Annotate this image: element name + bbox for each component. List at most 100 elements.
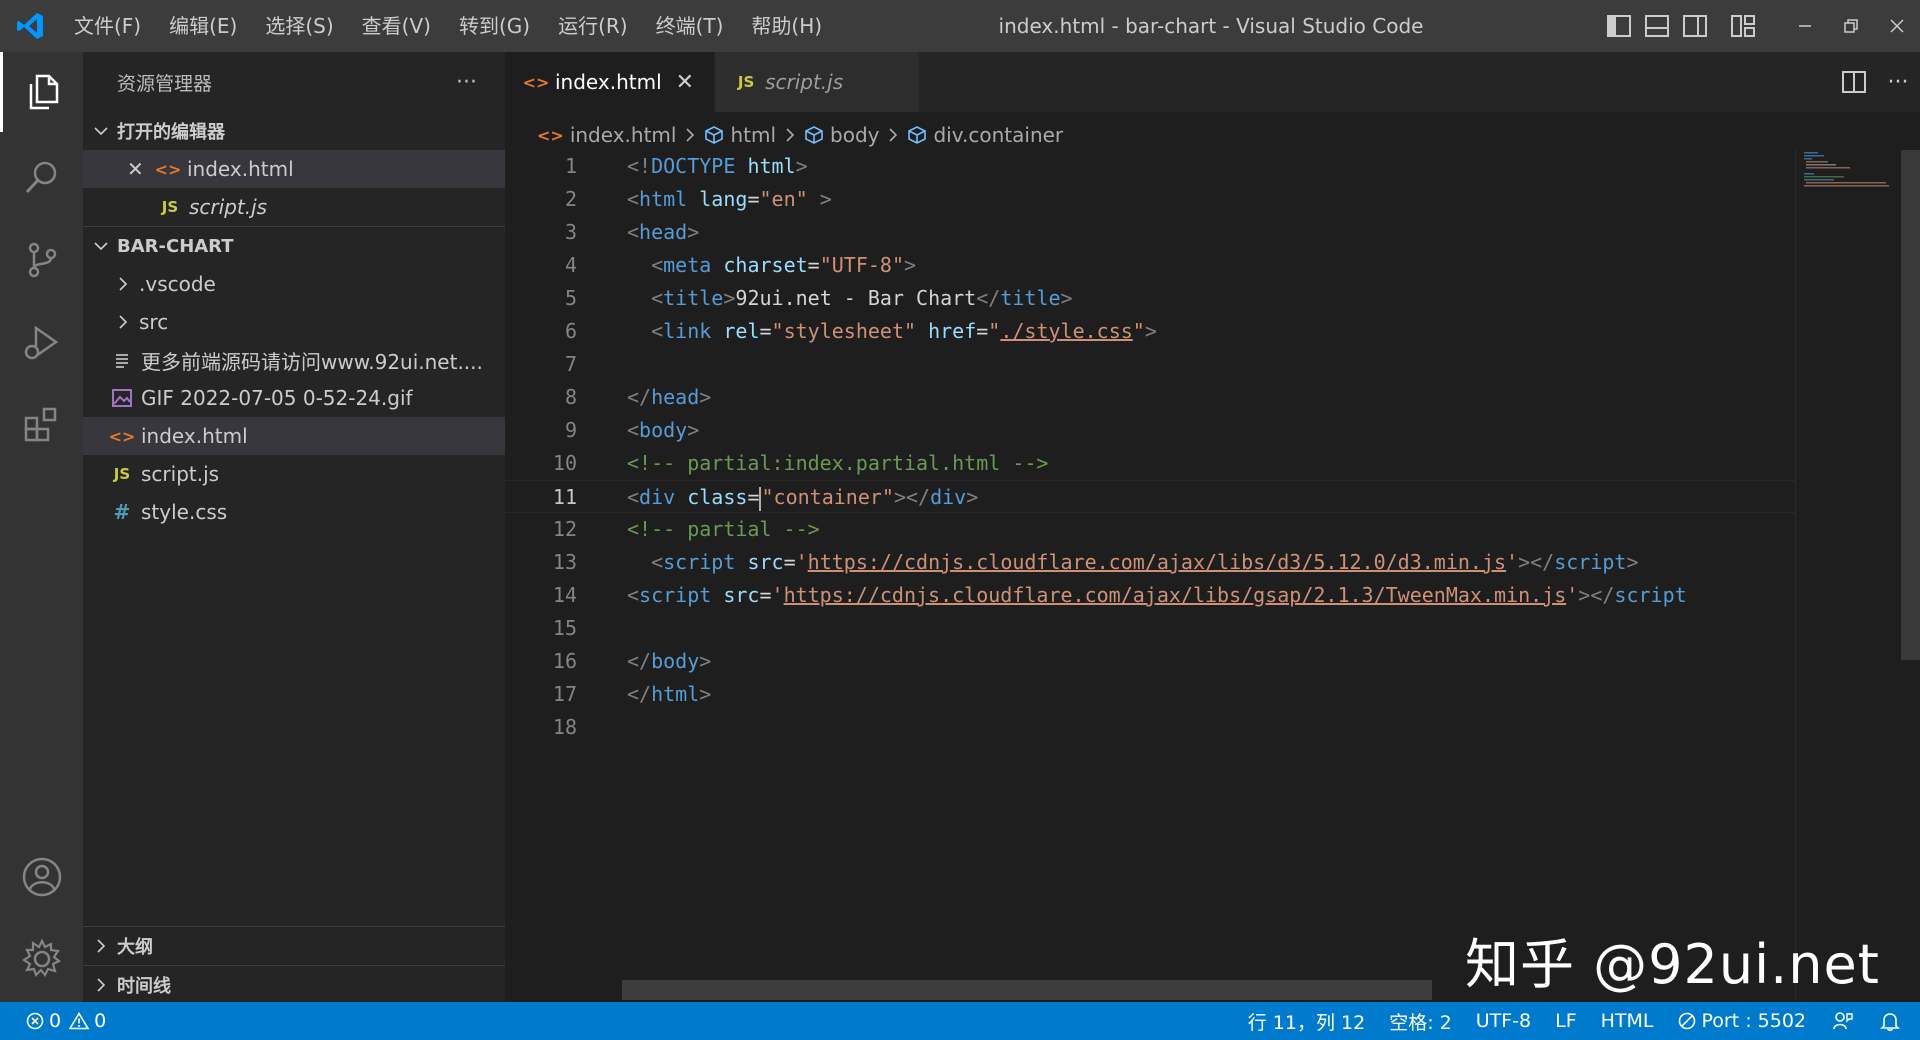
vertical-scrollbar-thumb[interactable] xyxy=(1901,150,1920,660)
html-file-icon: <> xyxy=(522,72,550,92)
chevron-right-icon xyxy=(89,977,113,993)
warning-icon xyxy=(69,1012,90,1030)
tree-item-folder[interactable]: .vscode xyxy=(83,265,505,303)
code-line: 3 <head> xyxy=(505,216,1795,249)
more-actions-icon[interactable]: ··· xyxy=(1876,52,1920,112)
code-link[interactable]: https://cdnjs.cloudflare.com/ajax/libs/g… xyxy=(784,583,1567,607)
tree-item-file[interactable]: <> index.html xyxy=(83,417,505,455)
cursor-position[interactable]: 行 11，列 12 xyxy=(1236,1008,1377,1035)
tab-label: index.html xyxy=(555,70,662,94)
tab-script-js[interactable]: JS script.js xyxy=(715,52,921,112)
breadcrumb: <> index.html html body div.container xyxy=(505,120,1920,150)
eol-status[interactable]: LF xyxy=(1543,1010,1589,1032)
accounts-icon[interactable] xyxy=(0,837,83,917)
live-server-port[interactable]: Port : 5502 xyxy=(1666,1010,1819,1032)
explorer-sidebar: 资源管理器 ··· 打开的编辑器 ✕ <> index.html JS scri… xyxy=(83,52,505,1002)
minimize-button[interactable] xyxy=(1782,0,1828,52)
menu-file[interactable]: 文件(F) xyxy=(60,0,155,52)
horizontal-scrollbar-thumb[interactable] xyxy=(622,980,1432,1000)
code-line: 1 <!DOCTYPE html> xyxy=(505,150,1795,183)
code-link[interactable]: ./style.css xyxy=(1000,319,1132,343)
tree-item-label: index.html xyxy=(141,424,248,448)
toggle-secondary-sidebar-icon[interactable] xyxy=(1676,0,1714,52)
menu-go[interactable]: 转到(G) xyxy=(445,0,544,52)
js-file-icon: JS xyxy=(737,73,755,91)
html-file-icon: <> xyxy=(537,125,564,145)
minimap[interactable] xyxy=(1795,150,1899,1000)
code-text: <head> xyxy=(627,220,700,244)
cube-symbol-icon xyxy=(804,125,824,145)
run-and-debug-icon[interactable] xyxy=(0,302,83,382)
split-editor-icon[interactable] xyxy=(1832,52,1876,112)
explorer-more-actions-button[interactable]: ··· xyxy=(456,70,477,95)
breadcrumb-item[interactable]: div.container xyxy=(907,123,1063,147)
line-number: 15 xyxy=(552,616,577,640)
settings-gear-icon[interactable] xyxy=(0,919,83,999)
code-text: <link rel="stylesheet" href="./style.css… xyxy=(651,319,1157,343)
open-editor-item[interactable]: ✕ <> index.html xyxy=(83,150,505,188)
close-window-button[interactable] xyxy=(1874,0,1920,52)
error-count: 0 xyxy=(49,1010,62,1032)
timeline-section-header[interactable]: 时间线 xyxy=(83,966,505,1004)
breadcrumb-item[interactable]: <> index.html xyxy=(537,123,676,147)
breadcrumb-item[interactable]: body xyxy=(804,123,879,147)
cube-symbol-icon xyxy=(907,125,927,145)
language-mode[interactable]: HTML xyxy=(1589,1010,1666,1032)
code-editor[interactable]: 1 <!DOCTYPE html> 2 <html lang="en" > 3 … xyxy=(505,150,1795,950)
cube-symbol-icon xyxy=(704,125,724,145)
tree-item-label: GIF 2022-07-05 0-52-24.gif xyxy=(141,386,413,410)
extensions-icon[interactable] xyxy=(0,384,83,464)
code-line: 13 <script src='https://cdnjs.cloudflare… xyxy=(505,546,1795,579)
feedback-icon[interactable] xyxy=(1818,1011,1868,1031)
html-file-icon: <> xyxy=(108,426,136,446)
open-editor-item[interactable]: JS script.js xyxy=(83,188,505,226)
line-number: 14 xyxy=(552,583,577,607)
code-line: 8 </head> xyxy=(505,381,1795,414)
indentation-status[interactable]: 空格: 2 xyxy=(1377,1008,1464,1035)
close-tab-icon[interactable]: ✕ xyxy=(676,70,694,95)
code-line: 16 </body> xyxy=(505,645,1795,678)
warning-count: 0 xyxy=(94,1010,107,1032)
search-icon[interactable] xyxy=(0,137,83,217)
tree-item-file[interactable]: GIF 2022-07-05 0-52-24.gif xyxy=(83,379,505,417)
breadcrumb-label: body xyxy=(830,123,880,147)
activity-bar xyxy=(0,52,83,1002)
watermark: 知乎 @92ui.net xyxy=(1465,933,1880,996)
toggle-primary-sidebar-icon[interactable] xyxy=(1600,0,1638,52)
tree-item-file[interactable]: # style.css xyxy=(83,493,505,531)
tab-index-html[interactable]: <> index.html ✕ xyxy=(505,52,716,112)
tree-item-file[interactable]: 更多前端源码请访问www.92ui.net.... xyxy=(83,341,505,379)
outline-section-header[interactable]: 大纲 xyxy=(83,927,505,965)
project-section-header[interactable]: BAR-CHART xyxy=(83,227,505,265)
breadcrumb-label: index.html xyxy=(569,123,677,147)
problems-status[interactable]: 0 0 xyxy=(0,1010,106,1032)
line-number: 1 xyxy=(564,154,577,178)
menu-selection[interactable]: 选择(S) xyxy=(251,0,347,52)
notifications-bell-icon[interactable] xyxy=(1868,1011,1920,1031)
line-number: 18 xyxy=(552,715,577,739)
menu-view[interactable]: 查看(V) xyxy=(348,0,445,52)
menu-terminal[interactable]: 终端(T) xyxy=(642,0,738,52)
tab-label: script.js xyxy=(765,70,844,94)
tree-item-file[interactable]: JS script.js xyxy=(83,455,505,493)
source-control-icon[interactable] xyxy=(0,220,83,300)
close-icon[interactable]: ✕ xyxy=(127,157,149,181)
code-text: <html lang="en" > xyxy=(627,187,832,211)
tree-item-folder[interactable]: src xyxy=(83,303,505,341)
breadcrumb-item[interactable]: html xyxy=(704,123,776,147)
code-link[interactable]: https://cdnjs.cloudflare.com/ajax/libs/d… xyxy=(808,550,1506,574)
vertical-scrollbar[interactable] xyxy=(1899,150,1920,1000)
explorer-icon[interactable] xyxy=(0,52,83,132)
customize-layout-icon[interactable] xyxy=(1724,0,1762,52)
restore-button[interactable] xyxy=(1828,0,1874,52)
encoding-status[interactable]: UTF-8 xyxy=(1464,1010,1543,1032)
code-line: 4 <meta charset="UTF-8"> xyxy=(505,249,1795,282)
menu-help[interactable]: 帮助(H) xyxy=(737,0,836,52)
title-bar: 文件(F) 编辑(E) 选择(S) 查看(V) 转到(G) 运行(R) 终端(T… xyxy=(0,0,1920,52)
open-editors-section-header[interactable]: 打开的编辑器 xyxy=(83,112,505,150)
menu-edit[interactable]: 编辑(E) xyxy=(155,0,251,52)
menu-run[interactable]: 运行(R) xyxy=(544,0,642,52)
tree-item-label: .vscode xyxy=(139,272,216,296)
toggle-panel-icon[interactable] xyxy=(1638,0,1676,52)
